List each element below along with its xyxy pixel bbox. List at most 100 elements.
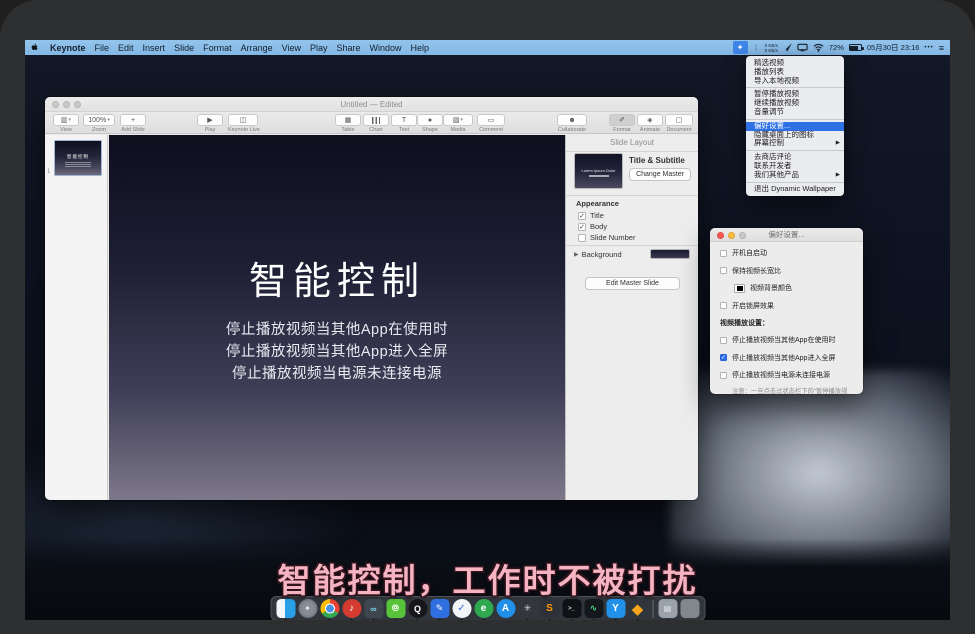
media-button[interactable]: ▧▾ Media <box>443 114 473 133</box>
menu-bar-menus: Keynote File Edit Insert Slide Format Arrange… <box>31 43 429 53</box>
network-speed-indicator[interactable]: 0 KB/s0 KB/s <box>765 43 778 53</box>
slide-subtitle[interactable]: 停止播放视频当其他App在使用时 停止播放视频当其他App进入全屏 停止播放视频… <box>109 319 565 385</box>
zoom-button[interactable] <box>74 101 81 108</box>
checkbox[interactable] <box>720 354 727 361</box>
prefs-row-3: 开启锁屏效果 <box>720 301 853 311</box>
format-button[interactable]: ✐ Format <box>609 114 635 133</box>
tray-secondary-icon[interactable]: ⋮ <box>753 44 760 52</box>
menu-item-3[interactable]: Slide <box>174 43 194 53</box>
text-button[interactable]: T Text <box>391 114 417 133</box>
menu-bar-clock[interactable]: 05月30日 23:16 <box>867 42 920 53</box>
checkbox[interactable] <box>720 250 727 257</box>
dynamic-wallpaper-tray-icon[interactable]: ✦ <box>733 41 748 54</box>
prefs-row-0: 开机自启动 <box>720 248 853 258</box>
wifi-icon[interactable] <box>813 43 824 52</box>
chart-button[interactable]: Chart <box>363 114 389 133</box>
status-menu-item-16[interactable]: 退出 Dynamic Wallpaper <box>746 185 844 194</box>
add-slide-button[interactable]: + Add Slide <box>120 114 146 133</box>
close-button[interactable] <box>52 101 59 108</box>
checkbox[interactable] <box>720 372 727 379</box>
dynamic-wallpaper-menu: 精选视频播放列表导入本地视频暂停播放视频继续播放视频音量调节偏好设置...隐藏桌… <box>746 56 844 196</box>
status-menu-item-10[interactable]: 屏幕控制▶ <box>746 139 844 148</box>
checkbox-label: Slide Number <box>590 233 635 242</box>
location-arrow-icon[interactable] <box>783 43 792 52</box>
master-thumbnail[interactable]: Lorem Ipsum Dolor <box>574 153 623 189</box>
checkbox-label: Title <box>590 211 604 220</box>
notification-center-icon[interactable]: ≡ <box>939 43 944 53</box>
shape-button[interactable]: ● Shape <box>417 114 443 133</box>
slide-number: 1 <box>47 169 50 175</box>
battery-icon[interactable] <box>849 44 862 51</box>
running-indicator <box>417 619 419 621</box>
appearance-row-0: Title <box>578 210 635 221</box>
format-inspector: Slide Layout Lorem Ipsum Dolor Title & S… <box>565 135 698 500</box>
preferences-titlebar[interactable]: 偏好设置... <box>710 228 863 242</box>
menu-item-0[interactable]: File <box>95 43 110 53</box>
menu-bar-status-area: ✦ ⋮ 0 KB/s0 KB/s 72% 05月30日 23:16 ••• ≡ <box>733 41 944 54</box>
checkbox[interactable] <box>578 234 586 242</box>
status-menu-item-6[interactable]: 音量调节 <box>746 108 844 117</box>
running-indicator <box>373 619 375 621</box>
menu-separator <box>746 182 844 183</box>
menu-item-6[interactable]: View <box>282 43 301 53</box>
prefs-row-label: 停止播放视频当其他App在使用时 <box>732 335 835 345</box>
animate-button[interactable]: ◈ Animate <box>637 114 663 133</box>
play-button[interactable]: ▶ Play <box>197 114 223 133</box>
checkbox[interactable] <box>578 212 586 220</box>
apple-menu-icon[interactable] <box>31 43 41 53</box>
collaborate-icon: ☻ <box>568 117 575 124</box>
keynote-titlebar[interactable]: Untitled — Edited <box>45 97 698 112</box>
collaborate-button[interactable]: ☻ Collaborate <box>557 114 587 133</box>
checkbox[interactable] <box>720 302 727 309</box>
text-icon: T <box>402 117 406 124</box>
document-button[interactable]: ▢ Document <box>665 114 693 133</box>
menu-item-2[interactable]: Insert <box>143 43 166 53</box>
minimize-button[interactable] <box>728 232 735 239</box>
menu-item-8[interactable]: Share <box>337 43 361 53</box>
running-indicator <box>571 619 573 621</box>
menu-item-10[interactable]: Help <box>411 43 430 53</box>
checkbox[interactable] <box>720 267 727 274</box>
running-indicator <box>615 619 617 621</box>
view-button[interactable]: ▥▾ View <box>53 114 79 133</box>
menu-bar: Keynote File Edit Insert Slide Format Arrange… <box>25 40 950 55</box>
menu-item-4[interactable]: Format <box>203 43 232 53</box>
status-menu-item-2[interactable]: 导入本地视频 <box>746 77 844 86</box>
menu-separator <box>746 119 844 120</box>
inspector-header: Slide Layout <box>566 135 698 152</box>
table-button[interactable]: ▦ Table <box>335 114 361 133</box>
slide-title[interactable]: 智能控制 <box>109 250 565 305</box>
more-status-icon[interactable]: ••• <box>924 45 933 51</box>
menu-item-7[interactable]: Play <box>310 43 328 53</box>
close-button[interactable] <box>717 232 724 239</box>
status-menu-item-14[interactable]: 我们其他产品▶ <box>746 171 844 180</box>
change-master-button[interactable]: Change Master <box>629 168 691 181</box>
running-indicator <box>637 619 639 621</box>
keynote-live-button[interactable]: ◫ Keynote Live <box>228 114 258 133</box>
menu-item-5[interactable]: Arrange <box>241 43 273 53</box>
format-icon: ✐ <box>619 116 625 124</box>
menu-item-1[interactable]: Edit <box>118 43 134 53</box>
checkbox[interactable] <box>720 337 727 344</box>
menu-app-name[interactable]: Keynote <box>50 43 86 53</box>
edit-master-slide-button[interactable]: Edit Master Slide <box>585 277 680 290</box>
slide-thumbnail[interactable]: 智能控制 <box>54 140 102 176</box>
menu-item-9[interactable]: Window <box>370 43 402 53</box>
disclosure-triangle-icon[interactable]: ▶ <box>574 251 579 258</box>
prefs-row-label: 开机自启动 <box>732 248 767 258</box>
minimize-button[interactable] <box>63 101 70 108</box>
checkbox[interactable] <box>578 223 586 231</box>
slide-canvas[interactable]: 智能控制 停止播放视频当其他App在使用时 停止播放视频当其他App进入全屏 停… <box>109 135 565 500</box>
background-color-well[interactable] <box>734 284 745 293</box>
background-label: Background <box>582 250 622 259</box>
background-row[interactable]: ▶ Background <box>574 249 690 259</box>
background-color-swatch[interactable] <box>650 249 690 259</box>
display-icon[interactable] <box>797 43 808 52</box>
prefs-row-2: 视频背景颜色 <box>734 283 853 293</box>
comment-button[interactable]: ▭ Comment <box>477 114 505 133</box>
zoom-control[interactable]: 100%▾ Zoom <box>83 114 115 133</box>
keynote-toolbar: ▥▾ View 100%▾ Zoom + Add Slide ▶ Play ◫ <box>45 112 698 134</box>
zoom-button[interactable] <box>739 232 746 239</box>
submenu-arrow-icon: ▶ <box>836 171 840 180</box>
running-indicator <box>395 619 397 621</box>
